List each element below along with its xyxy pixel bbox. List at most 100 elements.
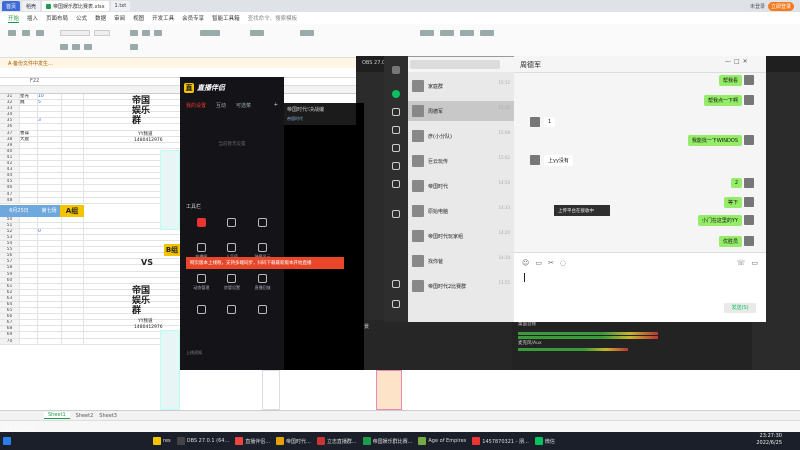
cell[interactable]	[62, 277, 84, 283]
align-right-icon[interactable]	[154, 30, 162, 36]
cell[interactable]	[62, 106, 84, 112]
row-number[interactable]: 31	[0, 94, 20, 100]
cell[interactable]	[38, 148, 62, 154]
merge-icon[interactable]	[130, 44, 138, 50]
files-icon[interactable]	[392, 144, 400, 152]
tab-text-file[interactable]: 1.txt	[110, 1, 131, 11]
row-number[interactable]: 38	[0, 136, 20, 142]
scissors-icon[interactable]: ✂	[548, 259, 554, 267]
tool-item[interactable]: 直播回放	[247, 274, 278, 291]
cell[interactable]	[62, 154, 84, 161]
avatar[interactable]	[744, 95, 754, 105]
cell[interactable]	[38, 277, 62, 283]
cell[interactable]	[62, 234, 84, 241]
cell[interactable]	[38, 302, 62, 308]
menu-item-developer[interactable]: 开发工具	[152, 14, 174, 22]
number-format-select[interactable]	[200, 30, 220, 36]
cell[interactable]	[20, 253, 38, 259]
folder-icon[interactable]: ▭	[535, 259, 542, 267]
cell[interactable]	[20, 320, 38, 326]
cell[interactable]	[62, 94, 84, 100]
chat-list-item[interactable]: 原始电脑 14:33	[408, 201, 514, 221]
cell[interactable]	[62, 185, 84, 191]
message-bubble[interactable]: 2	[730, 178, 742, 188]
cell[interactable]	[20, 247, 38, 253]
cell[interactable]: 3	[38, 118, 62, 124]
cell[interactable]	[62, 314, 84, 320]
tool-item[interactable]	[217, 305, 248, 316]
cell[interactable]	[62, 130, 84, 136]
cell[interactable]	[62, 173, 84, 179]
obs-mixer[interactable]: 桌面音频 麦克风/Aux	[512, 318, 752, 370]
tab-interaction[interactable]: 互动	[216, 102, 226, 109]
cell[interactable]	[38, 241, 62, 247]
row-number[interactable]: 51	[0, 222, 20, 228]
cell[interactable]	[62, 216, 84, 222]
cell[interactable]	[20, 191, 38, 197]
chat-list-item[interactable]: 彦(小分队) 15:08	[408, 126, 514, 146]
chat-search-input[interactable]	[410, 60, 500, 69]
row-number[interactable]: 68	[0, 326, 20, 332]
chat-list-item[interactable]: 找你爸 14:10	[408, 251, 514, 271]
sheet-tab-2[interactable]: Sheet2	[76, 413, 94, 419]
cell[interactable]	[62, 197, 84, 203]
tab-docer[interactable]: 稻壳	[22, 1, 41, 11]
cell[interactable]	[62, 228, 84, 234]
row-number[interactable]: 57	[0, 259, 20, 265]
row-number[interactable]: 66	[0, 314, 20, 320]
chat-icon[interactable]	[392, 90, 400, 98]
cell[interactable]	[20, 222, 38, 228]
menu-item-review[interactable]: 审阅	[114, 14, 125, 22]
taskbar-item[interactable]: OBS 27.0.1 (64...	[174, 434, 233, 448]
row-number[interactable]: 56	[0, 253, 20, 259]
moments-icon[interactable]	[392, 162, 400, 170]
tool-item[interactable]	[186, 218, 217, 229]
sort-icon[interactable]	[460, 30, 474, 36]
row-number[interactable]: 39	[0, 142, 20, 148]
row-number[interactable]: 54	[0, 241, 20, 247]
menu-item-insert[interactable]: 插入	[27, 14, 38, 22]
cell[interactable]	[62, 179, 84, 185]
cell[interactable]	[62, 320, 84, 326]
row-number[interactable]: 43	[0, 167, 20, 173]
channels-icon[interactable]	[392, 180, 400, 188]
cell[interactable]	[38, 247, 62, 253]
chat-list-item[interactable]: 巨云玩传 15:02	[408, 151, 514, 171]
emoji-icon[interactable]: ☺	[522, 259, 529, 267]
cell[interactable]	[62, 326, 84, 332]
phone-icon[interactable]	[392, 280, 400, 288]
cell[interactable]	[38, 136, 62, 142]
chat-history-icon[interactable]: ◌	[560, 259, 566, 267]
cell[interactable]: 星光	[20, 94, 38, 100]
message-bubble[interactable]: 小门在这里的YY	[697, 215, 742, 226]
cell[interactable]	[20, 106, 38, 112]
chat-list-item[interactable]: 帝国时代玩家组 14:20	[408, 226, 514, 246]
row-number[interactable]: 63	[0, 295, 20, 301]
row-number[interactable]: 47	[0, 191, 20, 197]
menu-item-smart-tools[interactable]: 智能工具箱	[212, 14, 240, 22]
table-row[interactable]: 48	[0, 197, 180, 204]
align-left-icon[interactable]	[130, 30, 138, 36]
cell[interactable]	[38, 271, 62, 277]
tool-item[interactable]: 房管设置	[217, 274, 248, 291]
cell[interactable]: 0	[38, 228, 62, 234]
cell[interactable]	[62, 253, 84, 259]
message-bubble[interactable]: 1	[544, 117, 556, 127]
row-number[interactable]: 69	[0, 332, 20, 338]
avatar[interactable]	[744, 75, 754, 85]
taskbar-item[interactable]: 1457870321 - 朋...	[469, 434, 532, 448]
row-number[interactable]: 62	[0, 289, 20, 295]
row-number[interactable]: 37	[0, 130, 20, 136]
row-number[interactable]: 36	[0, 124, 20, 130]
contacts-icon[interactable]	[392, 108, 400, 116]
message-bubble[interactable]: 等下	[723, 197, 742, 208]
cell[interactable]	[62, 271, 84, 277]
taskbar-item[interactable]: 帝国娱乐群比赛...	[360, 434, 416, 448]
taskbar-item[interactable]: 帝国时代...	[273, 434, 314, 448]
cell[interactable]	[62, 100, 84, 106]
row-number[interactable]: 50	[0, 216, 20, 222]
tab-home[interactable]: 首页	[2, 1, 21, 11]
cell[interactable]	[20, 179, 38, 185]
cell[interactable]	[20, 173, 38, 179]
cell[interactable]	[38, 326, 62, 332]
